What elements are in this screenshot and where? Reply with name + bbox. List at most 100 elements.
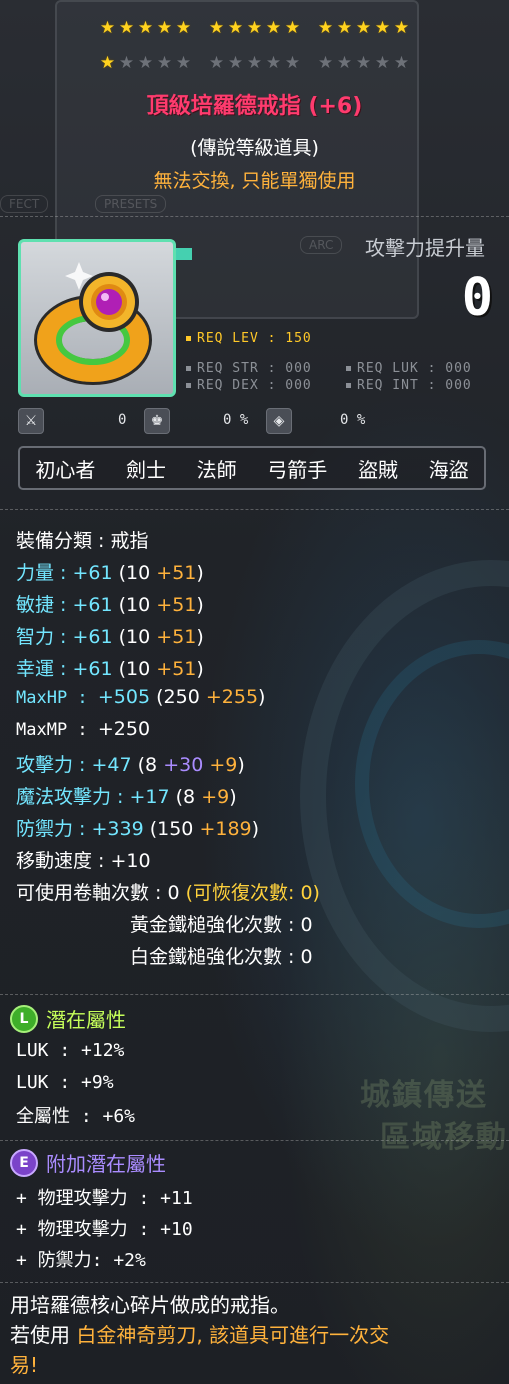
star-empty-icon: ★ xyxy=(227,53,244,73)
divider xyxy=(0,994,509,995)
divider xyxy=(0,216,509,217)
potential-line: LUK : +12% xyxy=(16,1040,125,1061)
star-group: ★ ★ ★ ★ ★ xyxy=(317,20,410,37)
trade-restriction: 無法交換, 只能單獨使用 xyxy=(153,170,356,192)
req-int: REQ INT : 000 xyxy=(346,378,472,393)
star-filled-icon: ★ xyxy=(317,18,334,38)
star-empty-icon: ★ xyxy=(374,53,391,73)
background-sign: 城鎮傳送 區域移動 xyxy=(360,1078,508,1155)
divider xyxy=(0,509,509,510)
attack-increase-value: 0 xyxy=(461,268,493,328)
item-name: 頂級培羅德戒指 (+6) xyxy=(146,94,363,119)
star-filled-icon: ★ xyxy=(265,18,282,38)
star-empty-icon: ★ xyxy=(355,53,372,73)
potential-header: L 潛在屬性 xyxy=(10,1004,126,1033)
req-level: REQ LEV : 150 xyxy=(186,331,312,346)
req-luk: REQ LUK : 000 xyxy=(346,361,472,376)
stat-str: 力量 : +61 (10 +51) xyxy=(16,562,204,584)
star-filled-icon: ★ xyxy=(374,18,391,38)
bonus-potential-line: + 物理攻擊力 : +10 xyxy=(16,1219,193,1240)
item-tooltip: FECT PRESETS ARC 城鎮傳送 區域移動 ★ ★ ★ ★ ★ ★ ★ ★ ★ ★ ★ ★ ★… xyxy=(0,0,509,1384)
star-group: ★ ★ ★ ★ ★ xyxy=(99,55,192,72)
potential-line: 全屬性 : +6% xyxy=(16,1106,136,1127)
star-group: ★ ★ ★ ★ ★ xyxy=(317,55,410,72)
item-grade: (傳說等級道具) xyxy=(190,137,319,159)
star-empty-icon: ★ xyxy=(393,53,410,73)
star-filled-icon: ★ xyxy=(393,18,410,38)
legendary-badge-icon: L xyxy=(10,1004,38,1033)
star-empty-icon: ★ xyxy=(156,53,173,73)
star-filled-icon: ★ xyxy=(336,18,353,38)
damage-icon: ⚔ xyxy=(18,408,44,434)
divider xyxy=(0,1282,509,1283)
star-empty-icon: ★ xyxy=(246,53,263,73)
star-force-row-1: ★ ★ ★ ★ ★ ★ ★ ★ ★ ★ ★ ★ ★ ★ ★ xyxy=(0,20,509,37)
job-warrior: 劍士 xyxy=(125,457,166,482)
background-tab: FECT xyxy=(0,195,49,213)
stat-speed: 移動速度 : +10 xyxy=(16,850,151,872)
stat-magic-attack: 魔法攻擊力 : +17 (8 +9) xyxy=(16,786,237,808)
job-pirate: 海盜 xyxy=(428,457,469,482)
divider xyxy=(0,1140,509,1141)
extra-stats-row: ⚔ 0 ♚ 0 % ◈ 0 % xyxy=(18,408,368,434)
star-empty-icon: ★ xyxy=(284,53,301,73)
star-filled-icon: ★ xyxy=(355,18,372,38)
platinum-hammer-count: 白金鐵槌強化次數 : 0 xyxy=(130,946,313,968)
star-filled-icon: ★ xyxy=(208,18,225,38)
star-group: ★ ★ ★ ★ ★ xyxy=(99,20,192,37)
star-filled-icon: ★ xyxy=(137,18,154,38)
star-empty-icon: ★ xyxy=(118,53,135,73)
equip-category: 裝備分類 : 戒指 xyxy=(16,530,149,552)
req-str: REQ STR : 000 xyxy=(186,361,312,376)
background-arc-tab: ARC xyxy=(300,236,343,254)
star-force-row-2: ★ ★ ★ ★ ★ ★ ★ ★ ★ ★ ★ ★ ★ ★ ★ xyxy=(0,55,509,72)
boss-icon: ♚ xyxy=(144,408,170,434)
ring-icon xyxy=(34,262,152,385)
potential-title: 潛在屬性 xyxy=(46,1008,126,1032)
background-presets-label: PRESETS xyxy=(95,195,167,213)
star-group: ★ ★ ★ ★ ★ xyxy=(208,20,301,37)
star-empty-icon: ★ xyxy=(265,53,282,73)
attack-increase-label: 攻擊力提升量 xyxy=(365,236,485,260)
stat-dex: 敏捷 : +61 (10 +51) xyxy=(16,594,204,616)
extra-stat-value: 0 % xyxy=(340,412,366,428)
star-empty-icon: ★ xyxy=(208,53,225,73)
scroll-slots: 可使用卷軸次數 : 0 (可恢復次數: 0) xyxy=(16,882,320,904)
item-icon-frame xyxy=(18,239,176,397)
bonus-potential-title: 附加潛在屬性 xyxy=(46,1152,166,1176)
stat-maxhp: MaxHP : +505 (250 +255) xyxy=(16,686,266,708)
item-description: 用培羅德核心碎片做成的戒指。 若使用 白金神奇剪刀, 該道具可進行一次交 易! xyxy=(10,1293,390,1377)
job-thief: 盜賊 xyxy=(357,457,398,482)
star-empty-icon: ★ xyxy=(137,53,154,73)
extra-stat-value: 0 xyxy=(118,412,127,428)
star-filled-icon: ★ xyxy=(175,18,192,38)
star-filled-icon: ★ xyxy=(118,18,135,38)
star-filled-icon: ★ xyxy=(156,18,173,38)
req-dex: REQ DEX : 000 xyxy=(186,378,312,393)
star-filled-icon: ★ xyxy=(227,18,244,38)
job-list: 初心者 劍士 法師 弓箭手 盜賊 海盜 xyxy=(18,446,486,490)
star-empty-icon: ★ xyxy=(175,53,192,73)
star-empty-icon: ★ xyxy=(317,53,334,73)
stat-int: 智力 : +61 (10 +51) xyxy=(16,626,204,648)
stat-maxmp: MaxMP : +250 xyxy=(16,718,151,740)
star-filled-icon: ★ xyxy=(246,18,263,38)
bonus-potential-line: + 物理攻擊力 : +11 xyxy=(16,1188,193,1209)
job-beginner: 初心者 xyxy=(35,457,96,482)
star-filled-icon: ★ xyxy=(284,18,301,38)
star-filled-icon: ★ xyxy=(99,53,116,73)
golden-hammer-count: 黃金鐵槌強化次數 : 0 xyxy=(130,914,313,936)
star-group: ★ ★ ★ ★ ★ xyxy=(208,55,301,72)
potential-line: LUK : +9% xyxy=(16,1072,114,1093)
bonus-potential-header: E 附加潛在屬性 xyxy=(10,1148,166,1177)
bonus-potential-line: + 防禦力: +2% xyxy=(16,1250,146,1271)
shield-icon: ◈ xyxy=(266,408,292,434)
stat-attack: 攻擊力 : +47 (8 +30 +9) xyxy=(16,754,245,776)
star-empty-icon: ★ xyxy=(336,53,353,73)
star-filled-icon: ★ xyxy=(99,18,116,38)
stat-defense: 防禦力 : +339 (150 +189) xyxy=(16,818,260,840)
job-bowman: 弓箭手 xyxy=(267,457,328,482)
extra-stat-value: 0 % xyxy=(223,412,249,428)
ribbon-icon xyxy=(176,248,192,260)
job-magician: 法師 xyxy=(196,457,237,482)
